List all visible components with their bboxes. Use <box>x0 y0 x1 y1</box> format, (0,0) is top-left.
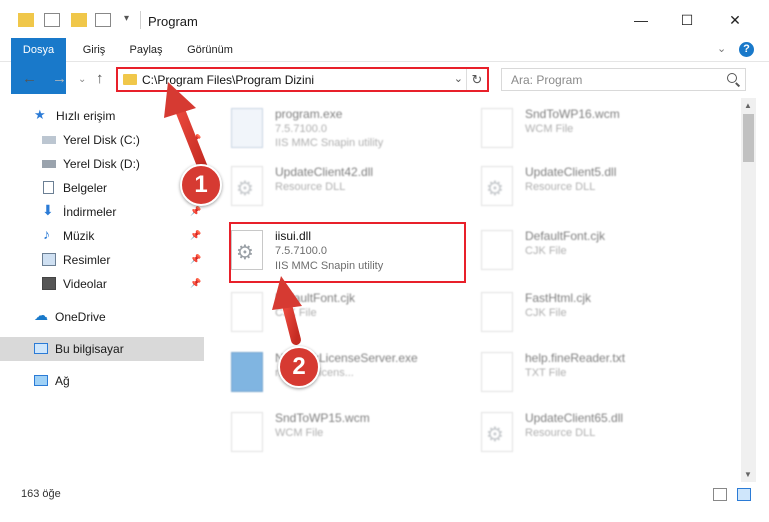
arrow-to-file <box>272 276 302 345</box>
step-1-badge: 1 <box>180 164 222 206</box>
annotation-arrows <box>164 82 302 345</box>
step-2-badge: 2 <box>278 346 320 388</box>
arrow-to-address-bar <box>164 82 208 173</box>
